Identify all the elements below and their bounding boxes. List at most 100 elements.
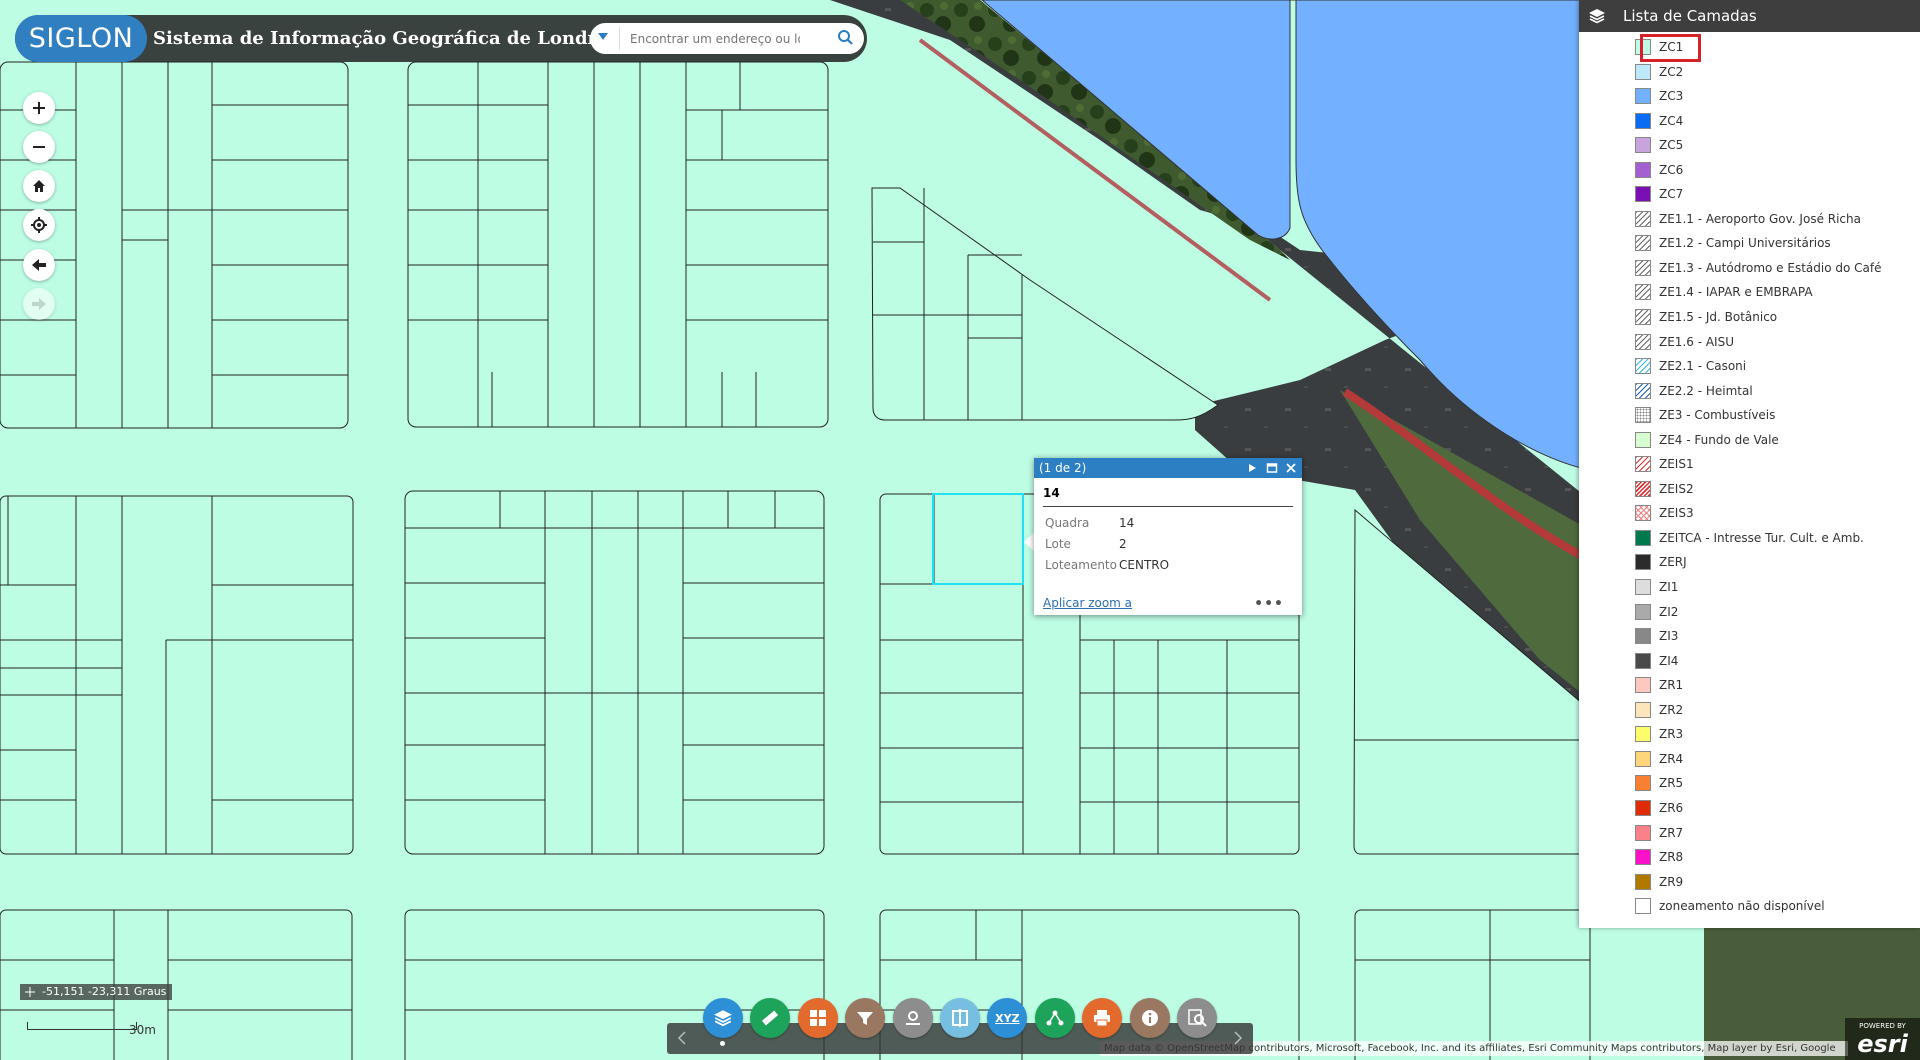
legend-swatch xyxy=(1635,63,1651,80)
legend-swatch xyxy=(1635,750,1651,767)
legend-swatch xyxy=(1635,505,1651,522)
legend-swatch xyxy=(1635,431,1651,448)
legend-label: ZEIS3 xyxy=(1659,506,1694,521)
swipe-icon xyxy=(950,1008,970,1028)
legend-label: ZC6 xyxy=(1659,162,1684,177)
legend-swatch xyxy=(1635,284,1651,301)
field-value: CENTRO xyxy=(1119,558,1170,572)
play-next-icon[interactable] xyxy=(1246,462,1258,474)
popup-header: (1 de 2) xyxy=(1034,458,1302,478)
legend-swatch xyxy=(1635,873,1651,890)
legend-label: ZEIS2 xyxy=(1659,481,1694,496)
search-source-dropdown-icon[interactable] xyxy=(598,33,608,40)
legend-label: ZE2.2 - Heimtal xyxy=(1659,383,1753,398)
legend-label: ZE1.3 - Autódromo e Estádio do Café xyxy=(1659,260,1882,275)
legend-label: ZI2 xyxy=(1659,604,1679,619)
legend-swatch xyxy=(1635,210,1651,227)
legend-swatch xyxy=(1635,309,1651,326)
filter-icon xyxy=(855,1009,875,1027)
chevron-right-icon[interactable] xyxy=(1233,1031,1243,1045)
search-input[interactable] xyxy=(628,26,802,52)
home-button[interactable] xyxy=(23,170,55,202)
siglon-logo[interactable]: SIGLON xyxy=(15,15,147,62)
zoom-in-button[interactable] xyxy=(23,92,55,124)
search-divider xyxy=(619,27,620,50)
legend-label: ZR8 xyxy=(1659,850,1684,865)
legend-swatch xyxy=(1635,603,1651,620)
legend-swatch xyxy=(1635,88,1651,105)
legend-swatch xyxy=(1635,456,1651,473)
legend-swatch xyxy=(1635,799,1651,816)
tool-basemap-gallery-button[interactable] xyxy=(797,998,838,1038)
legend-swatch xyxy=(1635,333,1651,350)
legend-swatch xyxy=(1635,775,1651,792)
coordinates-display[interactable]: -51,151 -23,311 Graus xyxy=(20,984,173,1000)
field-key: Lote xyxy=(1045,537,1071,551)
tool-share-button[interactable] xyxy=(1034,998,1075,1038)
about-icon xyxy=(1140,1008,1160,1028)
tool-filter-button[interactable] xyxy=(845,998,886,1038)
previous-extent-button[interactable] xyxy=(23,249,55,281)
legend-label: ZR9 xyxy=(1659,874,1684,889)
legend-swatch xyxy=(1635,112,1651,129)
layer-list-panel: Lista de Camadas ZC1 ZC2 ZC3 ZC4 ZC5 ZC6 ZC7 ZE… xyxy=(1579,0,1920,928)
arrow-right-icon xyxy=(32,298,46,310)
legend-swatch xyxy=(1635,898,1651,915)
basemap-gallery-icon xyxy=(809,1009,827,1027)
legend-swatch xyxy=(1635,652,1651,669)
search-icon[interactable] xyxy=(832,26,858,50)
field-key: Loteamento xyxy=(1045,558,1117,572)
app-title: Sistema de Informação Geográfica de Lond… xyxy=(153,28,629,49)
legend-swatch xyxy=(1635,480,1651,497)
active-tool-indicator xyxy=(720,1041,725,1046)
share-icon xyxy=(1045,1008,1065,1028)
more-actions-button[interactable]: ••• xyxy=(1254,596,1284,612)
legend-swatch xyxy=(1635,554,1651,571)
field-key: Quadra xyxy=(1045,516,1090,530)
tool-swipe-button[interactable] xyxy=(940,998,980,1038)
legend-label: ZE2.1 - Casoni xyxy=(1659,359,1747,374)
legend-label: ZR2 xyxy=(1659,702,1684,717)
arrow-left-icon xyxy=(32,259,46,271)
layer-list-title: Lista de Camadas xyxy=(1623,7,1757,25)
legend-swatch xyxy=(1635,259,1651,276)
legend-label: ZE1.5 - Jd. Botânico xyxy=(1659,310,1778,325)
chevron-left-icon[interactable] xyxy=(677,1031,687,1045)
tool-print-button[interactable] xyxy=(1082,998,1123,1038)
close-icon[interactable] xyxy=(1285,462,1297,474)
tool-draw-button[interactable] xyxy=(892,998,933,1038)
legend-label: ZERJ xyxy=(1659,555,1687,570)
legend-label: ZR4 xyxy=(1659,751,1684,766)
esri-logo: POWERED BY esri xyxy=(1845,1018,1920,1060)
maximize-icon[interactable] xyxy=(1266,462,1278,474)
legend-label: zoneamento não disponível xyxy=(1659,899,1825,914)
search-box xyxy=(590,23,864,54)
popup-field-loteamento: Loteamento CENTRO xyxy=(1045,558,1169,572)
legend-swatch xyxy=(1635,628,1651,645)
legend-swatch xyxy=(1635,677,1651,694)
plus-icon xyxy=(33,102,45,114)
legend-label: ZE4 - Fundo de Vale xyxy=(1659,432,1779,447)
coordinates-text: -51,151 -23,311 Graus xyxy=(42,985,167,998)
tool-layers-button[interactable] xyxy=(703,998,743,1038)
locate-button[interactable] xyxy=(23,209,55,241)
legend-label: ZEITCA - Intresse Tur. Cult. e Amb. xyxy=(1659,530,1864,545)
zoom-to-link[interactable]: Aplicar zoom a xyxy=(1043,596,1132,610)
field-value: 2 xyxy=(1119,537,1127,551)
legend-swatch xyxy=(1635,407,1651,424)
popup-title: 14 xyxy=(1043,486,1293,507)
crosshair-icon xyxy=(25,987,35,997)
legend-label: ZC7 xyxy=(1659,187,1684,202)
query-icon xyxy=(1187,1008,1207,1028)
legend-swatch xyxy=(1635,849,1651,866)
legend-label: ZR6 xyxy=(1659,800,1684,815)
legend-label: ZC2 xyxy=(1659,64,1684,79)
next-extent-button[interactable] xyxy=(23,288,55,320)
tool-about-button[interactable] xyxy=(1129,998,1170,1038)
tool-query-button[interactable] xyxy=(1177,998,1217,1038)
zoom-out-button[interactable] xyxy=(23,131,55,163)
feature-popup: (1 de 2) 14 Quadra 14 Lote 2 Loteamento CEN… xyxy=(1034,458,1302,615)
scale-bar xyxy=(27,1022,137,1030)
legend-label: ZE1.4 - IAPAR e EMBRAPA xyxy=(1659,285,1813,300)
minus-icon xyxy=(33,146,45,148)
